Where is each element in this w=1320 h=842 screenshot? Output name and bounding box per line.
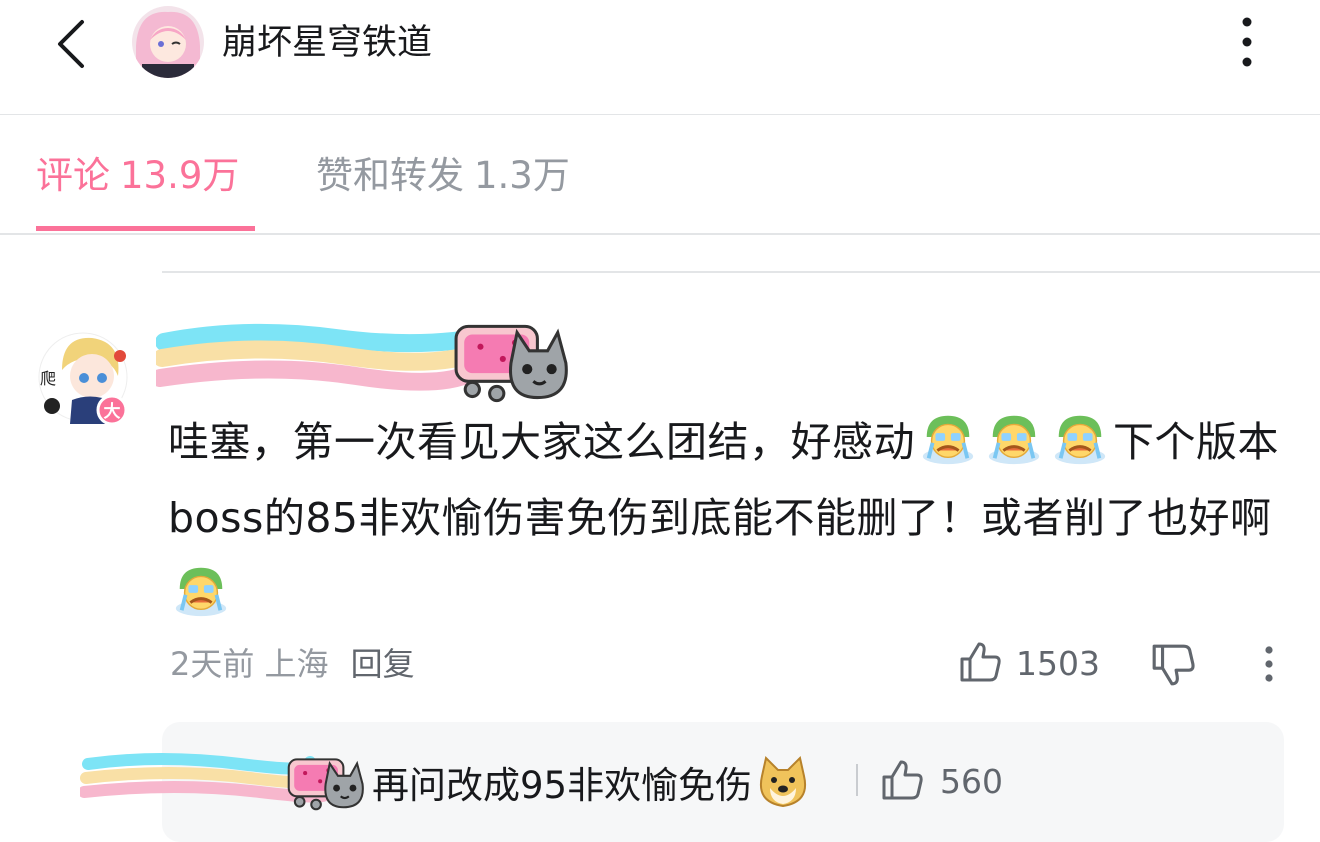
sub-reply-text: 再问改成95非欢愉免伤: [372, 756, 810, 812]
crying-emoji-icon: [985, 408, 1043, 466]
tab-likes-count: 1.3万: [474, 154, 570, 197]
comment-time: 2天前: [170, 645, 255, 683]
divider: [162, 271, 1320, 273]
comment-more-icon[interactable]: [1256, 644, 1282, 684]
sub-reply-like-count: 560: [940, 762, 1003, 801]
tab-likes-label: 赞和转发: [316, 154, 464, 197]
thumbs-down-icon[interactable]: [1150, 642, 1196, 688]
channel-avatar[interactable]: [132, 6, 204, 78]
doge-emoji-icon: [760, 756, 807, 808]
nyan-cat-badge-icon: [286, 756, 368, 812]
comment-body: 哇塞，第一次看见大家这么团结，好感动 下个版本boss的85非欢愉伤害免伤到底能不…: [168, 404, 1288, 632]
tab-comments[interactable]: 评论 13.9万: [36, 151, 239, 201]
sub-reply-content: 再问改成95非欢愉免伤: [372, 764, 753, 807]
channel-title: 崩坏星穹铁道: [222, 23, 433, 63]
crying-emoji-icon: [919, 408, 977, 466]
like-count: 1503: [1016, 644, 1100, 683]
active-tab-indicator: [36, 226, 255, 231]
comment-text-part1: 哇塞，第一次看见大家这么团结，好感动: [168, 418, 915, 466]
sub-reply-divider: [856, 764, 858, 796]
thumbs-up-icon[interactable]: [958, 640, 1002, 684]
more-vertical-icon[interactable]: [1232, 14, 1262, 70]
tab-bar: 评论 13.9万 赞和转发 1.3万: [0, 115, 1320, 235]
avatar-tag: 爬: [40, 369, 56, 388]
crying-emoji-icon: [172, 560, 230, 618]
tab-comments-count: 13.9万: [120, 154, 240, 197]
reply-button[interactable]: 回复: [351, 645, 415, 683]
commenter-avatar[interactable]: 大 爬: [36, 330, 130, 426]
avatar-badge: 大: [104, 401, 121, 422]
tab-likes-and-reposts[interactable]: 赞和转发 1.3万: [316, 151, 570, 201]
back-chevron-icon[interactable]: [52, 16, 92, 72]
comment-location: 上海: [264, 645, 329, 683]
thumbs-up-icon[interactable]: [880, 758, 924, 802]
tab-comments-label: 评论: [36, 154, 110, 197]
comment-meta: 2天前 上海 回复: [170, 642, 415, 686]
crying-emoji-icon: [1051, 408, 1109, 466]
nyan-cat-badge-icon: [452, 322, 574, 404]
